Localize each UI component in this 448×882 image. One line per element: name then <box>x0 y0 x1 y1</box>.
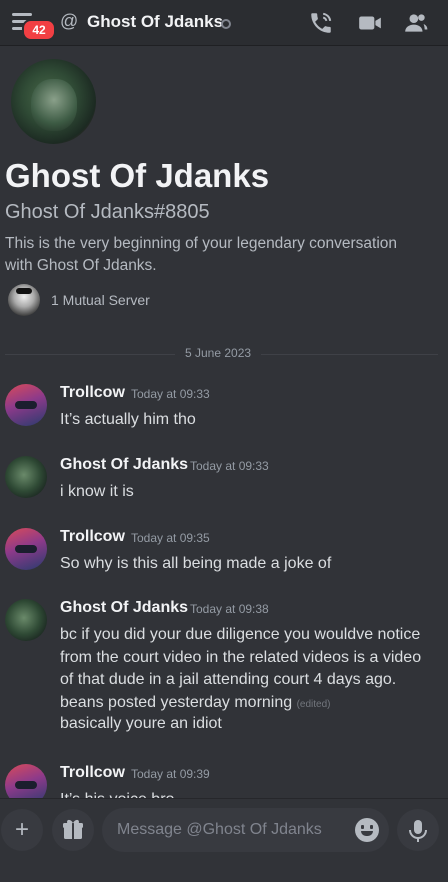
microphone-glyph <box>409 820 427 842</box>
message-list[interactable]: Ghost Of Jdanks Ghost Of Jdanks#8805 Thi… <box>0 46 448 798</box>
dm-avatar[interactable] <box>11 59 96 144</box>
message-author[interactable]: Trollcow <box>60 528 125 546</box>
dm-name: Ghost Of Jdanks <box>5 157 270 194</box>
message-text: So why is this all being made a joke of <box>60 555 332 572</box>
gift-glyph <box>63 819 83 839</box>
message-author[interactable]: Ghost Of Jdanks <box>60 599 188 617</box>
top-bar: 42 @ Ghost Of Jdanks <box>0 0 448 46</box>
avatar[interactable] <box>5 384 47 426</box>
gift-icon[interactable] <box>52 809 94 851</box>
date-divider-label: 5 June 2023 <box>175 346 262 360</box>
message-text: It’s his voice bro <box>60 789 438 798</box>
message-timestamp: Today at 09:35 <box>131 531 210 545</box>
microphone-icon[interactable] <box>397 809 439 851</box>
message-text-body: bc if you did your due diligence you wou… <box>60 626 422 711</box>
avatar[interactable] <box>5 456 47 498</box>
message-author[interactable]: Trollcow <box>60 384 125 402</box>
message-author[interactable]: Trollcow <box>60 764 125 782</box>
message-timestamp: Today at 09:33 <box>131 387 210 401</box>
mutual-server-link[interactable]: 1 Mutual Server <box>51 292 150 308</box>
members-icon[interactable] <box>403 10 429 36</box>
at-icon: @ <box>60 11 79 31</box>
message-input-placeholder: Message @Ghost Of Jdanks <box>117 821 322 838</box>
message-timestamp: Today at 09:38 <box>190 602 269 616</box>
message-timestamp: Today at 09:33 <box>190 459 269 473</box>
unread-badge: 42 <box>22 19 56 41</box>
video-call-icon[interactable] <box>357 10 383 36</box>
voice-call-icon[interactable] <box>308 10 334 36</box>
message-timestamp: Today at 09:39 <box>131 767 210 781</box>
edited-label: (edited) <box>296 698 331 710</box>
avatar[interactable] <box>5 599 47 641</box>
plus-icon[interactable]: + <box>1 809 43 851</box>
message-text: bc if you did your due diligence you wou… <box>60 624 438 716</box>
avatar[interactable] <box>5 764 47 798</box>
offline-status-icon <box>221 19 231 29</box>
emoji-icon[interactable] <box>355 818 379 842</box>
mutual-server-icon[interactable] <box>8 284 40 316</box>
message-text: i know it is <box>60 483 134 500</box>
message-author[interactable]: Ghost Of Jdanks <box>60 456 188 474</box>
message-input[interactable]: Message @Ghost Of Jdanks <box>102 808 389 852</box>
message-text: basically youre an idiot <box>60 715 222 732</box>
dm-tag: Ghost Of Jdanks#8805 <box>5 201 210 223</box>
dm-intro-text: This is the very beginning of your legen… <box>5 235 398 274</box>
avatar[interactable] <box>5 528 47 570</box>
message-text: It’s actually him tho <box>60 411 196 428</box>
composer-bar: + Message @Ghost Of Jdanks <box>0 798 448 882</box>
channel-title[interactable]: Ghost Of Jdanks <box>87 12 223 32</box>
